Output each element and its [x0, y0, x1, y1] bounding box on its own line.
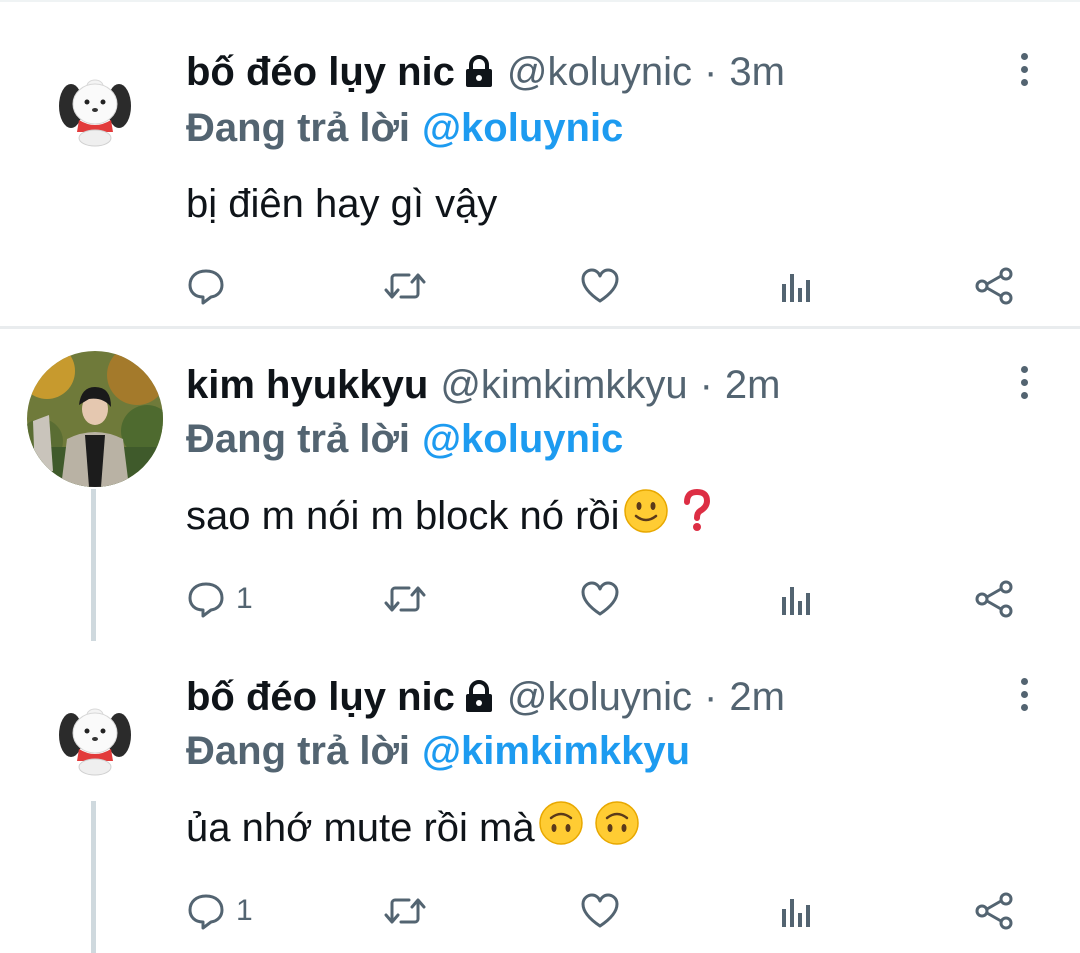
upside-down-face-emoji: [537, 799, 585, 857]
tweet-header: bố đéo lụy nic @koluynic · 3m: [186, 42, 785, 102]
avatar[interactable]: [27, 351, 163, 487]
share-button[interactable]: [974, 569, 1014, 629]
reply-button[interactable]: [186, 256, 226, 316]
photo-avatar: [27, 351, 163, 487]
tweet-text: bị điên hay gì vậy: [186, 174, 497, 234]
like-button[interactable]: [580, 256, 620, 316]
reply-button[interactable]: 1: [186, 569, 253, 629]
analytics-button[interactable]: [778, 881, 814, 941]
reply-icon: [188, 894, 224, 930]
analytics-button[interactable]: [778, 256, 814, 316]
more-icon[interactable]: [1008, 44, 1040, 94]
pochacco-avatar: [27, 40, 163, 176]
avatar[interactable]: [27, 40, 163, 176]
tweet[interactable]: bố đéo lụy nic @koluynic · 2m Đang trả l…: [0, 641, 1080, 953]
like-icon: [581, 268, 619, 303]
reply-button[interactable]: 1: [186, 881, 253, 941]
replying-label: Đang trả lời: [186, 728, 411, 773]
like-icon: [581, 893, 619, 928]
replying-to-handle[interactable]: @kimkimkkyu: [422, 729, 690, 774]
display-name[interactable]: kim hyukkyu: [186, 363, 428, 408]
tweet-text: ủa nhớ mute rồi mà: [186, 798, 641, 858]
tweet-text-content: ủa nhớ mute rồi mà: [186, 805, 535, 850]
display-name[interactable]: bố đéo lụy nic: [186, 50, 455, 95]
tweet-text: sao m nói m block nó rồi: [186, 486, 712, 546]
analytics-button[interactable]: [778, 569, 814, 629]
more-icon[interactable]: [1008, 357, 1040, 407]
replying-to: Đang trả lời @koluynic: [186, 100, 623, 156]
share-button[interactable]: [974, 256, 1014, 316]
analytics-icon: [782, 274, 810, 302]
like-button[interactable]: [580, 569, 620, 629]
tweet-header: bố đéo lụy nic @koluynic · 2m: [186, 667, 785, 727]
replying-label: Đang trả lời: [186, 416, 411, 461]
action-bar: 1: [0, 881, 1080, 941]
retweet-button[interactable]: [383, 569, 427, 629]
share-icon: [975, 892, 1013, 930]
replying-to: Đang trả lời @kimkimkkyu: [186, 723, 690, 779]
timestamp[interactable]: 3m: [729, 50, 785, 95]
retweet-button[interactable]: [383, 881, 427, 941]
handle[interactable]: @kimkimkkyu: [440, 363, 687, 408]
handle[interactable]: @koluynic: [507, 675, 692, 720]
separator: ·: [704, 49, 718, 94]
more-icon[interactable]: [1008, 669, 1040, 719]
display-name[interactable]: bố đéo lụy nic: [186, 675, 455, 720]
retweet-icon: [384, 273, 426, 299]
share-icon: [975, 580, 1013, 618]
reply-icon: [188, 582, 224, 618]
slightly-smiling-face-emoji: [622, 487, 670, 545]
timestamp[interactable]: 2m: [729, 675, 785, 720]
retweet-button[interactable]: [383, 256, 427, 316]
upside-down-face-emoji: [593, 799, 641, 857]
separator: ·: [699, 362, 713, 407]
share-button[interactable]: [974, 881, 1014, 941]
handle[interactable]: @koluynic: [507, 50, 692, 95]
tweet[interactable]: kim hyukkyu @kimkimkkyu · 2m Đang trả lờ…: [0, 329, 1080, 641]
red-question-mark-emoji: [682, 488, 712, 543]
like-button[interactable]: [580, 881, 620, 941]
share-icon: [975, 267, 1013, 305]
analytics-icon: [782, 899, 810, 927]
replying-to: Đang trả lời @koluynic: [186, 411, 623, 467]
action-bar: [0, 256, 1080, 316]
avatar[interactable]: [27, 669, 163, 805]
analytics-icon: [782, 587, 810, 615]
separator: ·: [704, 674, 718, 719]
tweet-header: kim hyukkyu @kimkimkkyu · 2m: [186, 355, 781, 415]
timestamp[interactable]: 2m: [725, 363, 781, 408]
pochacco-avatar: [27, 669, 163, 805]
tweet-text-content: sao m nói m block nó rồi: [186, 493, 620, 538]
retweet-icon: [384, 586, 426, 612]
reply-count: 1: [236, 894, 253, 927]
replying-label: Đang trả lời: [186, 105, 411, 150]
like-icon: [581, 581, 619, 616]
lock-icon: [463, 680, 495, 714]
action-bar: 1: [0, 569, 1080, 629]
tweet-text-content: bị điên hay gì vậy: [186, 181, 498, 226]
replying-to-handle[interactable]: @koluynic: [422, 417, 623, 462]
reply-count: 1: [236, 582, 253, 615]
tweet[interactable]: bố đéo lụy nic @koluynic · 3m Đang trả l…: [0, 0, 1080, 329]
replying-to-handle[interactable]: @koluynic: [422, 106, 623, 151]
reply-icon: [188, 269, 224, 305]
retweet-icon: [384, 898, 426, 924]
lock-icon: [463, 55, 495, 89]
